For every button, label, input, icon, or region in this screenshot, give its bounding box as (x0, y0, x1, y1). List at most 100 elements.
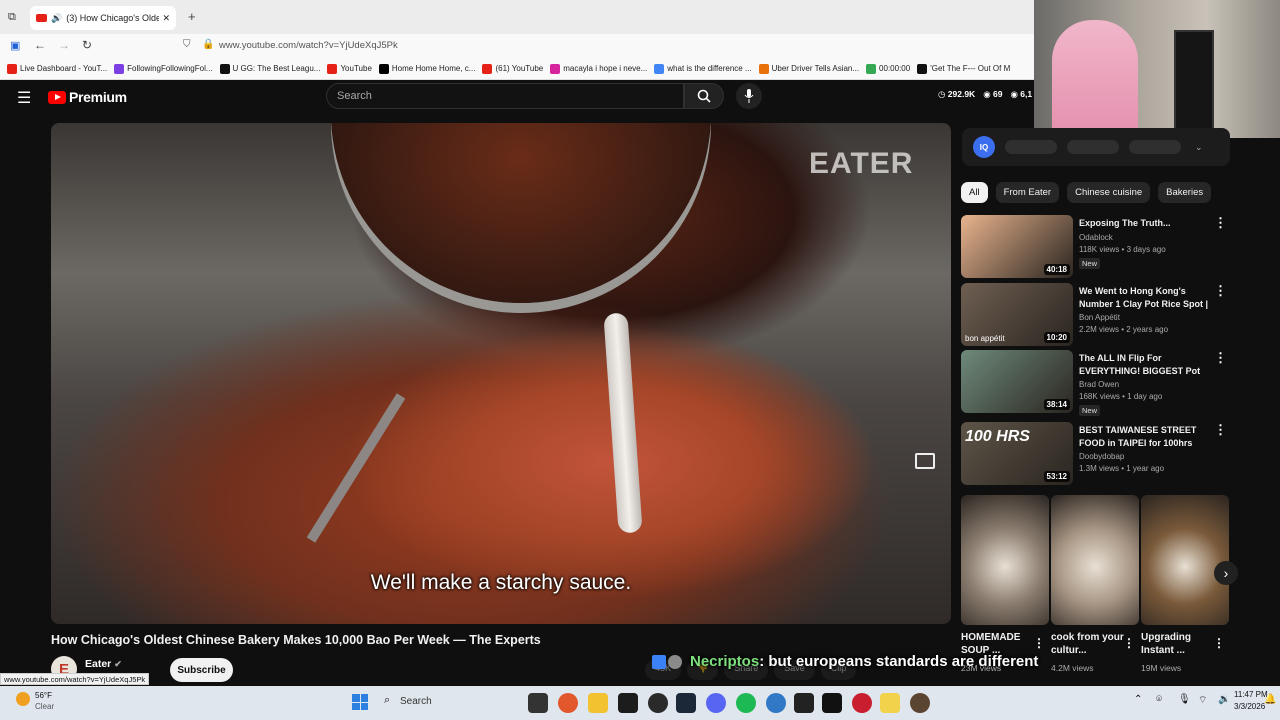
bookmark-item[interactable]: (61) YouTube (482, 63, 543, 74)
notion-app-icon[interactable] (822, 693, 842, 713)
tab-list-icon[interactable]: ⧉ (8, 11, 16, 24)
app-icon[interactable] (910, 693, 930, 713)
app-icon[interactable] (618, 693, 638, 713)
short-thumbnail[interactable] (1141, 495, 1229, 625)
more-options-icon[interactable]: ⋮ (1033, 636, 1045, 650)
video-thumbnail[interactable]: 38:14 (961, 350, 1073, 413)
video-thumbnail[interactable]: bon appétit 10:20 (961, 283, 1073, 346)
recommended-video[interactable]: 100 HRS 53:12 BEST TAIWANESE STREET FOOD i… (961, 422, 1231, 485)
speaker-icon[interactable]: 🔊 (51, 13, 62, 24)
bookmark-item[interactable]: Live Dashboard - YouT... (7, 63, 107, 74)
bookmarks-bar: Live Dashboard - YouT... FollowingFollowi… (0, 58, 1034, 80)
youtube-logo[interactable]: Premium (48, 89, 127, 105)
url-field[interactable]: www.youtube.com/watch?v=YjUdeXqJ5Pk (219, 40, 398, 51)
clock-time[interactable]: 11:47 PM (1234, 690, 1268, 699)
wifi-icon[interactable]: ⌔ (1198, 694, 1207, 707)
network-icon[interactable]: ⌾ (1156, 694, 1162, 705)
app-icon[interactable] (880, 693, 900, 713)
short-title[interactable]: HOMEMADE SOUP ... (961, 631, 1039, 657)
folder-app-icon[interactable] (588, 693, 608, 713)
reload-icon[interactable]: ↻ (82, 38, 92, 52)
bookmark-item[interactable]: 'Get The F--- Out Of M (917, 63, 1010, 74)
recommended-video[interactable]: 40:18 Exposing The Truth... Odablock 118K v… (961, 215, 1231, 278)
search-input[interactable]: Search (326, 83, 684, 109)
miniplayer-icon[interactable] (915, 453, 935, 469)
more-options-icon[interactable]: ⋮ (1214, 216, 1227, 229)
chip-from-eater[interactable]: From Eater (995, 182, 1060, 203)
iq-extension-logo[interactable]: IQ (973, 136, 995, 158)
lock-icon[interactable]: 🔒 (202, 39, 214, 50)
app-icon[interactable] (766, 693, 786, 713)
sidebar-icon[interactable]: ▣ (10, 39, 20, 52)
weather-icon[interactable] (16, 692, 30, 706)
more-options-icon[interactable]: ⋮ (1213, 636, 1225, 650)
bookmark-item[interactable]: what is the difference ... (654, 63, 752, 74)
taskbar-search-icon[interactable]: ⌕ (384, 694, 390, 707)
back-icon[interactable]: ← (34, 38, 46, 52)
bookmark-item[interactable]: macayla i hope i neve... (550, 63, 648, 74)
bookmark-item[interactable]: FollowingFollowingFol... (114, 63, 213, 74)
steam-app-icon[interactable] (676, 693, 696, 713)
chip-all[interactable]: All (961, 182, 988, 203)
bookmark-item[interactable]: Home Home Home, c... (378, 63, 475, 74)
extension-pill[interactable] (1129, 140, 1181, 154)
more-options-icon[interactable]: ⋮ (1214, 423, 1227, 436)
bookmark-label: YouTube (340, 64, 372, 73)
github-app-icon[interactable] (648, 693, 668, 713)
tray-chevron-icon[interactable]: ⌃ (1134, 694, 1142, 705)
bookmark-item[interactable]: 00:00:00 (866, 63, 911, 74)
chip-bakeries[interactable]: Bakeries (1158, 182, 1212, 203)
shorts-next-button[interactable]: › (1214, 561, 1238, 585)
subscribe-button[interactable]: Subscribe (170, 658, 233, 682)
search-button[interactable] (684, 83, 724, 109)
short-thumbnail[interactable] (1051, 495, 1139, 625)
more-options-icon[interactable]: ⋮ (1214, 284, 1227, 297)
notification-icon[interactable]: 🔔 (1264, 694, 1276, 705)
short-title[interactable]: cook from your cultur... (1051, 631, 1129, 657)
windows-start-icon[interactable] (352, 694, 368, 710)
menu-icon[interactable]: ☰ (17, 88, 31, 108)
bookmark-item[interactable]: Uber Driver Tells Asian... (758, 63, 859, 74)
video-thumbnail[interactable]: 100 HRS 53:12 (961, 422, 1073, 485)
bookmark-item[interactable]: U GG: The Best Leagu... (219, 63, 320, 74)
recommended-channel[interactable]: Brad Owen (1079, 380, 1119, 389)
video-player[interactable]: EATER We'll make a starchy sauce. (51, 123, 951, 624)
voice-search-button[interactable] (736, 83, 762, 109)
recommended-channel[interactable]: Odablock (1079, 233, 1113, 242)
bookmark-favicon-icon (866, 63, 877, 74)
spotify-app-icon[interactable] (736, 693, 756, 713)
app-icon[interactable] (852, 693, 872, 713)
recommended-video[interactable]: 38:14 The ALL IN Flip For EVERYTHING! BIG… (961, 350, 1231, 416)
discord-app-icon[interactable] (706, 693, 726, 713)
recommended-channel[interactable]: Doobydobap (1079, 452, 1124, 461)
firefox-app-icon[interactable] (558, 693, 578, 713)
more-options-icon[interactable]: ⋮ (1123, 636, 1135, 650)
bookmark-item[interactable]: YouTube (327, 63, 372, 74)
extension-pill[interactable] (1005, 140, 1057, 154)
capcut-app-icon[interactable] (794, 693, 814, 713)
close-tab-icon[interactable]: ✕ (162, 13, 170, 24)
forward-icon[interactable]: → (58, 38, 70, 52)
browser-tab[interactable]: 🔊 (3) How Chicago's Oldest C ✕ (30, 6, 176, 30)
taskbar-search[interactable]: Search (400, 696, 432, 707)
clock-date[interactable]: 3/3/2026 (1234, 702, 1265, 711)
video-thumbnail[interactable]: 40:18 (961, 215, 1073, 278)
recommended-channel[interactable]: Bon Appétit (1079, 313, 1120, 322)
bookmark-label: 00:00:00 (879, 64, 911, 73)
channel-name[interactable]: Eater ✔ (85, 658, 122, 670)
volume-icon[interactable]: 🔉 (1218, 694, 1230, 705)
more-options-icon[interactable]: ⋮ (1214, 351, 1227, 364)
chip-chinese-cuisine[interactable]: Chinese cuisine (1067, 182, 1151, 203)
short-thumbnail[interactable] (961, 495, 1049, 625)
new-tab-button[interactable]: + (188, 9, 196, 24)
extension-pill[interactable] (1067, 140, 1119, 154)
recommended-meta: 168K views • 1 day ago (1079, 392, 1163, 401)
bookmark-label: macayla i hope i neve... (563, 64, 648, 73)
mic-tray-icon[interactable]: 🎙 (1178, 694, 1191, 705)
recommended-video[interactable]: bon appétit 10:20 We Went to Hong Kong's N… (961, 283, 1231, 346)
recommended-title: Exposing The Truth... (1079, 218, 1171, 228)
chevron-down-icon[interactable]: ⌄ (1195, 142, 1203, 153)
shield-icon[interactable]: ⛉ (183, 39, 191, 50)
short-title[interactable]: Upgrading Instant ... (1141, 631, 1219, 657)
explorer-app-icon[interactable] (528, 693, 548, 713)
